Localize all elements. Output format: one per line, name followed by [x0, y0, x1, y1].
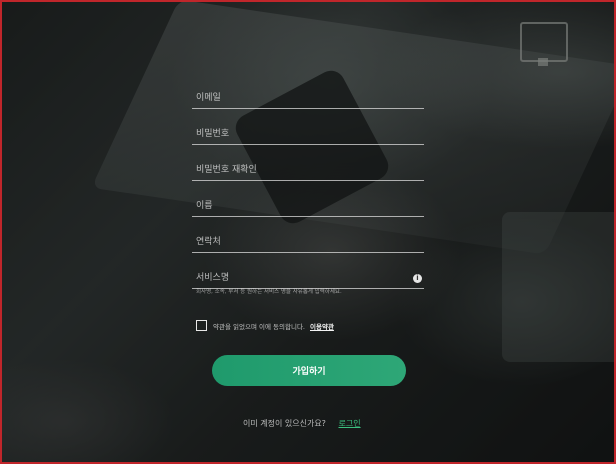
terms-checkbox[interactable] [196, 320, 207, 331]
name-field[interactable]: 이름 [192, 180, 424, 217]
password-confirm-placeholder: 비밀번호 재확인 [196, 165, 257, 175]
info-icon[interactable]: i [413, 274, 422, 283]
service-name-placeholder: 서비스명 [196, 273, 230, 283]
terms-link[interactable]: 이용약관 [310, 321, 334, 331]
service-name-hint: 회사명, 소속, 부서 등 원하는 서비스 명을 자유롭게 입력하세요. [196, 289, 342, 295]
signup-button[interactable]: 가입하기 [212, 355, 406, 386]
login-question: 이미 계정이 있으신가요? [243, 419, 326, 428]
phone-placeholder: 연락처 [196, 237, 221, 247]
password-confirm-field[interactable]: 비밀번호 재확인 [192, 144, 424, 181]
email-placeholder: 이메일 [196, 93, 221, 103]
email-field[interactable]: 이메일 [192, 72, 424, 109]
service-name-field[interactable]: 서비스명 i [192, 252, 424, 289]
terms-agree-text: 약관을 읽었으며 이에 동의합니다. [213, 322, 305, 331]
terms-agreement: 약관을 읽었으며 이에 동의합니다. 이용약관 [196, 320, 334, 331]
login-link[interactable]: 로그인 [338, 419, 360, 428]
password-placeholder: 비밀번호 [196, 129, 230, 139]
page-frame: 이메일 비밀번호 비밀번호 재확인 이름 연락처 서비스명 i 회사명, 소속,… [0, 0, 616, 464]
phone-field[interactable]: 연락처 [192, 216, 424, 253]
login-prompt: 이미 계정이 있으신가요? 로그인 [243, 418, 361, 429]
name-placeholder: 이름 [196, 201, 213, 211]
password-field[interactable]: 비밀번호 [192, 108, 424, 145]
